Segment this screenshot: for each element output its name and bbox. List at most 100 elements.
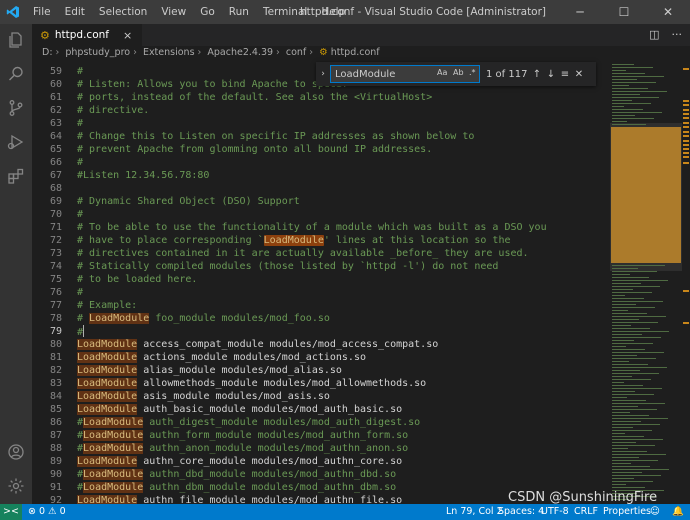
code-line[interactable]: 78 # LoadModule foo_module modules/mod_fo… bbox=[32, 312, 610, 325]
run-debug-icon[interactable] bbox=[0, 126, 32, 158]
menu-selection[interactable]: Selection bbox=[92, 0, 154, 24]
code-line[interactable]: 89 LoadModule authn_core_module modules/m… bbox=[32, 455, 610, 468]
code-line[interactable]: 82 LoadModule alias_module modules/mod_al… bbox=[32, 364, 610, 377]
breadcrumb-extensions[interactable]: Extensions bbox=[143, 47, 195, 58]
menu-view[interactable]: View bbox=[154, 0, 193, 24]
code-editor[interactable]: 59 #60 # Listen: Allows you to bind Apache… bbox=[32, 60, 610, 504]
cursor-position[interactable]: Ln 79, Col 2 bbox=[446, 504, 503, 520]
breadcrumb-drive[interactable]: D: bbox=[42, 47, 53, 58]
minimize-button[interactable]: ─ bbox=[558, 0, 602, 24]
line-number: 92 bbox=[49, 495, 62, 504]
minimap-line bbox=[612, 403, 665, 404]
explorer-icon[interactable] bbox=[0, 24, 32, 56]
minimap[interactable] bbox=[610, 60, 682, 504]
minimap-line bbox=[612, 430, 652, 431]
search-icon[interactable] bbox=[0, 58, 32, 90]
code-line[interactable]: 80 LoadModule access_compat_module module… bbox=[32, 338, 610, 351]
find-in-selection-icon[interactable]: ≡ bbox=[558, 69, 572, 80]
extensions-icon[interactable] bbox=[0, 160, 32, 192]
code-line[interactable]: 62 # directive. bbox=[32, 104, 610, 117]
eol-status[interactable]: CRLF bbox=[574, 504, 598, 520]
code-line[interactable]: 64 # Change this to Listen on specific IP… bbox=[32, 130, 610, 143]
find-input[interactable]: LoadModule Aa Ab .* bbox=[330, 65, 480, 83]
account-icon[interactable] bbox=[0, 436, 32, 468]
line-number: 79 bbox=[49, 326, 62, 337]
source-control-icon[interactable] bbox=[0, 92, 32, 124]
code-line[interactable]: 74 # Statically compiled modules (those l… bbox=[32, 260, 610, 273]
scrollbar-match-marker bbox=[683, 135, 689, 137]
feedback-icon[interactable]: ☺ bbox=[650, 504, 660, 520]
encoding-status[interactable]: UTF-8 bbox=[541, 504, 569, 520]
menu-go[interactable]: Go bbox=[193, 0, 222, 24]
vertical-scrollbar[interactable] bbox=[682, 60, 690, 504]
minimap-line bbox=[612, 112, 662, 113]
scrollbar-match-marker bbox=[683, 148, 689, 150]
line-number: 88 bbox=[49, 443, 62, 454]
settings-gear-icon[interactable] bbox=[0, 470, 32, 502]
code-line[interactable]: 86 #LoadModule auth_digest_module modules… bbox=[32, 416, 610, 429]
code-line[interactable]: 79 # bbox=[32, 325, 610, 338]
breadcrumb-file-icon: ⚙ bbox=[319, 47, 328, 58]
code-line[interactable]: 70 # bbox=[32, 208, 610, 221]
language-mode[interactable]: Properties bbox=[603, 504, 651, 520]
indentation-status[interactable]: Spaces: 4 bbox=[498, 504, 544, 520]
code-line[interactable]: 77 # Example: bbox=[32, 299, 610, 312]
code-line[interactable]: 68 bbox=[32, 182, 610, 195]
close-window-button[interactable]: ✕ bbox=[646, 0, 690, 24]
remote-indicator[interactable]: >< bbox=[0, 504, 22, 520]
code-line[interactable]: 75 # to be loaded here. bbox=[32, 273, 610, 286]
regex-icon[interactable]: .* bbox=[469, 68, 476, 77]
menu-file[interactable]: File bbox=[26, 0, 58, 24]
menu-run[interactable]: Run bbox=[222, 0, 256, 24]
code-line[interactable]: 66 # bbox=[32, 156, 610, 169]
tab-close-icon[interactable]: × bbox=[123, 29, 132, 42]
breadcrumb-apache[interactable]: Apache2.4.39 bbox=[207, 47, 273, 58]
tab-httpd-conf[interactable]: ⚙ httpd.conf × bbox=[32, 24, 142, 46]
minimap-line bbox=[612, 331, 669, 332]
problems-status[interactable]: ⊗ 0 ⚠ 0 bbox=[28, 504, 66, 520]
code-line[interactable]: 63 # bbox=[32, 117, 610, 130]
minimap-line bbox=[612, 367, 667, 368]
minimap-slider[interactable] bbox=[610, 123, 682, 271]
code-line[interactable]: 65 # prevent Apache from glomming onto al… bbox=[32, 143, 610, 156]
previous-match-icon[interactable]: ↑ bbox=[530, 69, 544, 80]
line-number: 60 bbox=[49, 79, 62, 90]
code-line[interactable]: 85 LoadModule auth_basic_module modules/m… bbox=[32, 403, 610, 416]
code-line[interactable]: 73 # directives contained in it are actua… bbox=[32, 247, 610, 260]
code-line[interactable]: 67 #Listen 12.34.56.78:80 bbox=[32, 169, 610, 182]
vscode-logo-icon bbox=[0, 0, 26, 24]
line-text: LoadModule asis_module modules/mod_asis.… bbox=[77, 391, 330, 402]
code-line[interactable]: 88 #LoadModule authn_anon_module modules/… bbox=[32, 442, 610, 455]
match-case-icon[interactable]: Aa bbox=[437, 68, 447, 77]
next-match-icon[interactable]: ↓ bbox=[544, 69, 558, 80]
toggle-replace-icon[interactable]: › bbox=[316, 69, 330, 79]
code-line[interactable]: 69 # Dynamic Shared Object (DSO) Support bbox=[32, 195, 610, 208]
minimap-line bbox=[612, 340, 634, 341]
breadcrumb-conf[interactable]: conf bbox=[286, 47, 306, 58]
minimap-line bbox=[612, 298, 644, 299]
code-line[interactable]: 71 # To be able to use the functionality … bbox=[32, 221, 610, 234]
line-number: 61 bbox=[49, 92, 62, 103]
minimap-line bbox=[612, 328, 650, 329]
breadcrumb-phpstudy[interactable]: phpstudy_pro bbox=[65, 47, 130, 58]
close-find-icon[interactable]: ✕ bbox=[572, 69, 586, 80]
minimap-line bbox=[612, 82, 656, 83]
notifications-icon[interactable]: 🔔 bbox=[672, 504, 684, 520]
code-line[interactable]: 87 #LoadModule authn_form_module modules/… bbox=[32, 429, 610, 442]
code-line[interactable]: 84 LoadModule asis_module modules/mod_asi… bbox=[32, 390, 610, 403]
more-actions-icon[interactable]: ··· bbox=[672, 24, 683, 46]
minimap-line bbox=[612, 349, 645, 350]
whole-word-icon[interactable]: Ab bbox=[453, 68, 464, 77]
code-line[interactable]: 81 LoadModule actions_module modules/mod_… bbox=[32, 351, 610, 364]
code-line[interactable]: 76 # bbox=[32, 286, 610, 299]
code-line[interactable]: 61 # ports, instead of the default. See a… bbox=[32, 91, 610, 104]
code-line[interactable]: 72 # have to place corresponding `LoadMod… bbox=[32, 234, 610, 247]
menu-edit[interactable]: Edit bbox=[58, 0, 92, 24]
maximize-button[interactable]: ☐ bbox=[602, 0, 646, 24]
breadcrumb-file[interactable]: httpd.conf bbox=[331, 47, 380, 58]
scrollbar-match-marker bbox=[683, 144, 689, 146]
code-line[interactable]: 83 LoadModule allowmethods_module modules… bbox=[32, 377, 610, 390]
code-line[interactable]: 90 #LoadModule authn_dbd_module modules/m… bbox=[32, 468, 610, 481]
minimap-line bbox=[612, 463, 631, 464]
split-editor-icon[interactable]: ◫ bbox=[649, 24, 659, 46]
